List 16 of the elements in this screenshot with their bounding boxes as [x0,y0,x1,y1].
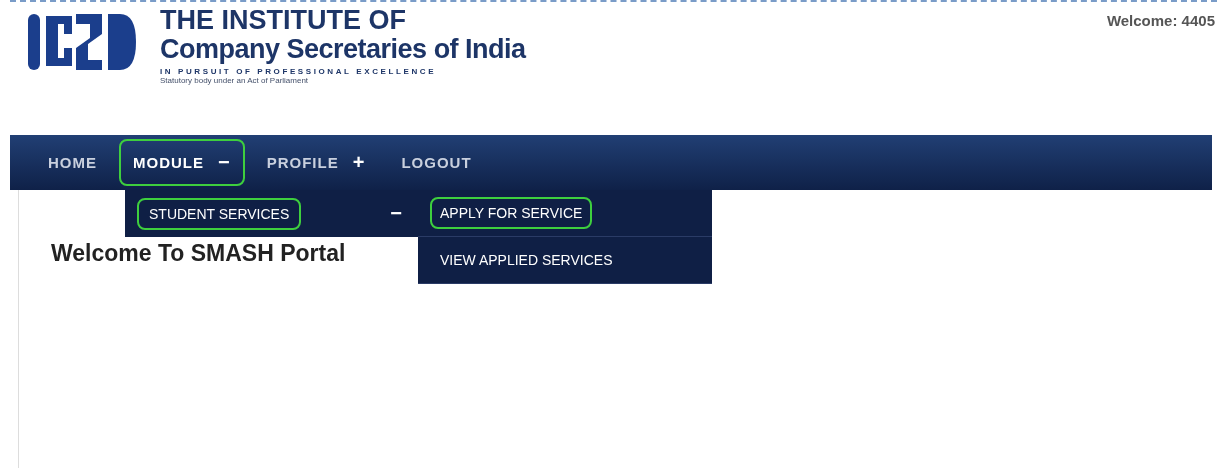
logo-title: THE INSTITUTE OF [160,6,407,34]
flyout-label: APPLY FOR SERVICE [430,197,593,229]
page-heading: Welcome To SMASH Portal [51,240,346,267]
flyout-label: VIEW APPLIED SERVICES [439,251,614,270]
toggle-sign[interactable]: − [390,202,402,225]
statutory-note: Statutory body under an Act of Parliament [160,76,310,85]
flyout-item[interactable]: VIEW APPLIED SERVICES [418,237,712,284]
nav-item[interactable]: LOGOUT [387,142,486,183]
nav-item[interactable]: MODULE − [119,139,245,186]
welcome-text: Welcome: 4405 [1106,11,1215,31]
nav-item[interactable]: HOME [34,142,111,183]
submenu-item[interactable]: STUDENT SERVICES [137,197,302,230]
flyout-item[interactable]: APPLY FOR SERVICE [418,190,712,237]
tagline: IN PURSUIT OF PROFESSIONAL EXCELLENCE [160,67,438,76]
nav-item[interactable]: PROFILE + [252,139,380,186]
logo-subtitle: Company Secretaries of India [160,34,526,64]
